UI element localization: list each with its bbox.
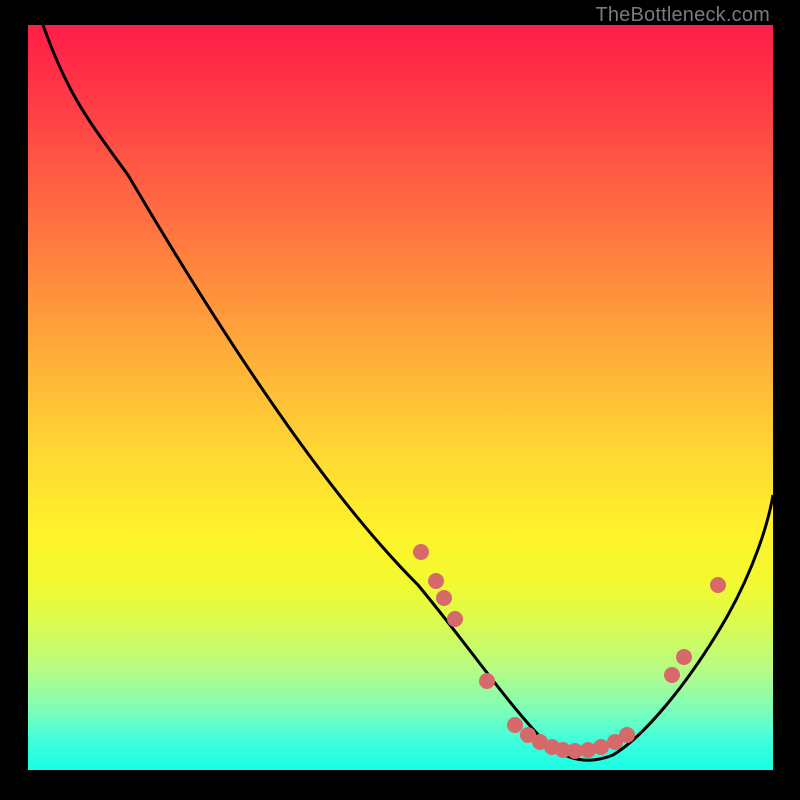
chart-svg [28, 25, 773, 770]
data-point [436, 590, 452, 606]
data-point [710, 577, 726, 593]
data-points-group [413, 544, 726, 759]
data-point [676, 649, 692, 665]
data-point [447, 611, 463, 627]
data-point [619, 727, 635, 743]
data-point [413, 544, 429, 560]
data-point [428, 573, 444, 589]
bottleneck-curve-path [43, 25, 773, 760]
data-point [479, 673, 495, 689]
watermark-text: TheBottleneck.com [595, 4, 770, 27]
data-point [593, 739, 609, 755]
chart-frame [28, 25, 773, 770]
data-point [664, 667, 680, 683]
data-point [507, 717, 523, 733]
